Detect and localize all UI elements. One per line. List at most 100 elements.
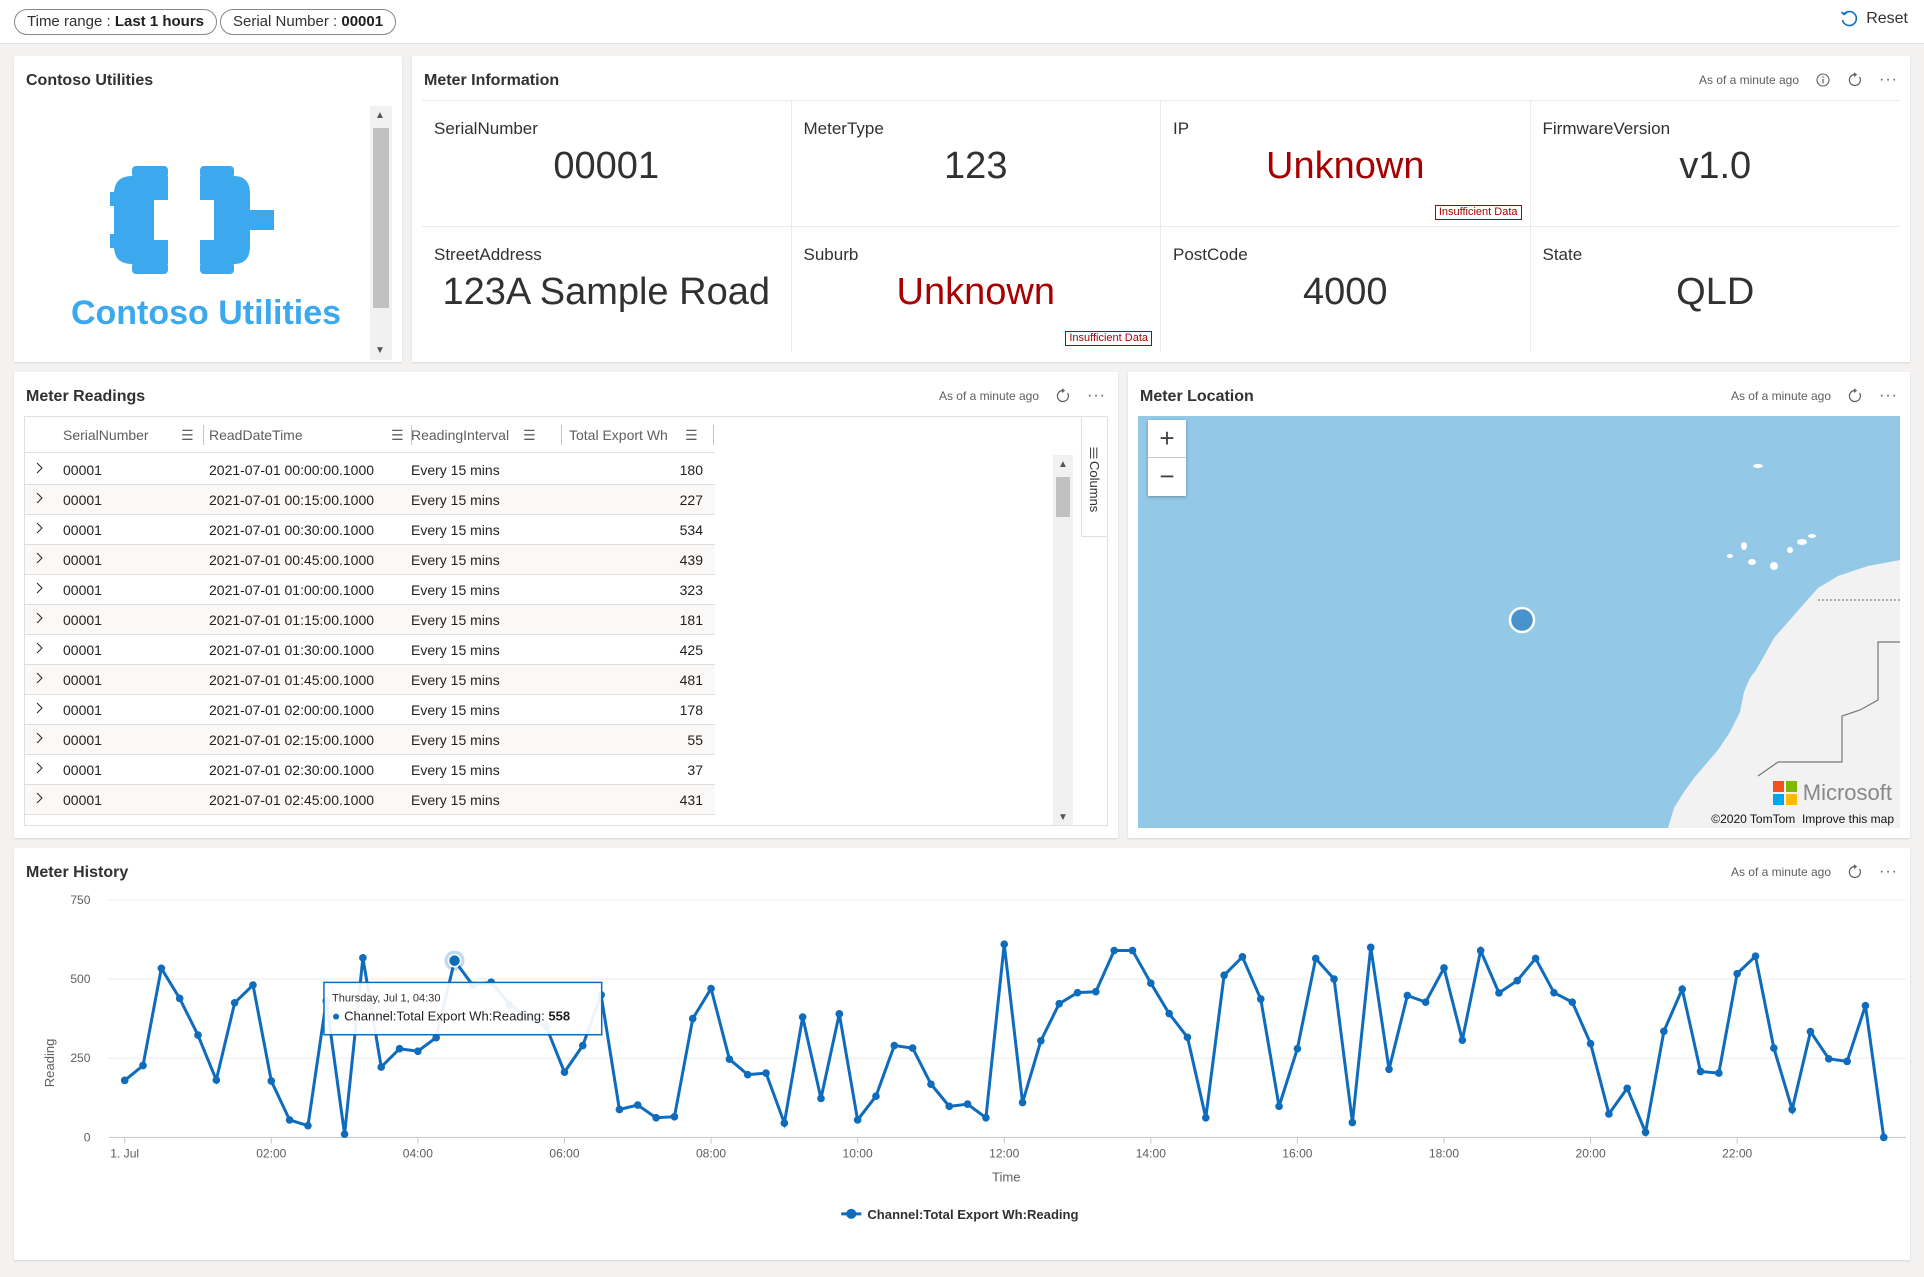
column-header-label: ReadDateTime [209,427,303,443]
more-options-icon[interactable]: ··· [1879,864,1898,880]
expand-row-icon[interactable] [33,552,45,564]
refresh-icon[interactable] [1847,388,1863,404]
column-header-total-export-wh[interactable]: Total Export Wh ☰ [569,417,715,453]
expand-row-icon[interactable] [33,582,45,594]
scroll-thumb[interactable] [1056,477,1070,517]
cell-reading-interval: Every 15 mins [411,792,500,808]
table-row[interactable]: 00001 2021-07-01 02:30:00.1000 Every 15 mi… [25,755,715,785]
data-point [1366,943,1375,952]
expand-row-icon[interactable] [33,762,45,774]
data-point [982,1113,990,1122]
cell-total-export-wh: 481 [679,672,703,688]
data-point [1660,1027,1668,1036]
chart-legend: Channel:Total Export Wh:Reading [841,1207,1079,1222]
table-row[interactable]: 00001 2021-07-01 01:15:00.1000 Every 15 mi… [25,605,715,635]
column-header-label: ReadingInterval [411,427,510,443]
expand-row-icon[interactable] [33,732,45,744]
scroll-down-icon[interactable]: ▼ [1058,812,1068,823]
map-canvas[interactable]: + − Microsoft ©2020 TomTom Improve this … [1138,416,1900,828]
data-point [890,1041,899,1050]
data-point [340,1130,349,1139]
table-row[interactable]: 00001 2021-07-01 00:45:00.1000 Every 15 mi… [25,545,715,575]
info-icon[interactable] [1815,72,1831,88]
columns-side-panel-toggle[interactable]: ||| Columns [1081,417,1107,537]
logo: Contoso Utilities [28,110,384,332]
column-menu-icon[interactable]: ☰ [181,417,194,453]
meter-location-panel: Meter Location As of a minute ago ··· + … [1128,372,1910,838]
table-row[interactable]: 00001 2021-07-01 02:45:00.1000 Every 15 mi… [25,785,715,815]
hovered-data-point [447,953,462,968]
reset-button[interactable]: Reset [1840,10,1908,28]
column-header-reading-interval[interactable]: ReadingInterval ☰ [411,417,562,453]
expand-row-icon[interactable] [33,672,45,684]
more-options-icon[interactable]: ··· [1879,72,1898,88]
data-point [1641,1128,1650,1137]
table-row[interactable]: 00001 2021-07-01 00:15:00.1000 Every 15 mi… [25,485,715,515]
cell-total-export-wh: 323 [679,582,703,598]
column-menu-icon[interactable]: ☰ [391,417,404,453]
refresh-icon[interactable] [1847,864,1863,880]
column-header-label: SerialNumber [63,427,149,443]
plug-logo-icon [110,166,274,274]
scroll-down-icon[interactable]: ▼ [375,345,385,356]
meter-history-chart[interactable]: 0 250 500 750 1. Jul 02:00 04:00 06:00 08:00 10:… [14,888,1922,1268]
info-cell-firmware-version: FirmwareVersion v1.0 [1530,100,1900,226]
data-point [688,1014,697,1023]
column-menu-icon[interactable]: ☰ [523,417,536,453]
zoom-out-button[interactable]: − [1148,458,1186,496]
data-point [872,1092,880,1101]
table-row[interactable]: 00001 2021-07-01 02:00:00.1000 Every 15 mi… [25,695,715,725]
reset-icon [1841,10,1858,27]
meter-readings-tools: As of a minute ago ··· [939,388,1106,404]
zoom-in-button[interactable]: + [1148,420,1186,458]
data-point [1861,1001,1870,1010]
data-point [1018,1098,1027,1107]
scroll-thumb[interactable] [373,128,389,308]
data-point [157,964,166,973]
expand-row-icon[interactable] [33,462,45,474]
expand-row-icon[interactable] [33,492,45,504]
table-row[interactable]: 00001 2021-07-01 02:15:00.1000 Every 15 mi… [25,725,715,755]
refresh-icon[interactable] [1847,72,1863,88]
logo-panel-scrollbar[interactable]: ▲ ▼ [370,106,392,360]
info-label: StreetAddress [434,245,542,264]
scroll-up-icon[interactable]: ▲ [1058,459,1068,470]
table-row[interactable]: 00001 2021-07-01 01:45:00.1000 Every 15 mi… [25,665,715,695]
cell-serial-number: 00001 [63,792,102,808]
expand-row-icon[interactable] [33,792,45,804]
improve-map-link[interactable]: Improve this map [1802,812,1894,826]
table-scrollbar[interactable]: ▲ ▼ [1053,455,1073,825]
scroll-up-icon[interactable]: ▲ [375,110,385,121]
table-row[interactable]: 00001 2021-07-01 00:00:00.1000 Every 15 mi… [25,455,715,485]
more-options-icon[interactable]: ··· [1087,388,1106,404]
expand-row-icon[interactable] [33,642,45,654]
x-axis-label: Time [992,1170,1021,1185]
data-point [285,1116,294,1124]
data-point [1330,975,1338,983]
cell-total-export-wh: 181 [679,612,703,628]
column-header-read-date-time[interactable]: ReadDateTime ☰ [209,417,412,453]
microsoft-logo-text: Microsoft [1802,780,1892,805]
expand-row-icon[interactable] [33,702,45,714]
y-tick-label: 250 [70,1051,90,1065]
meter-location-marker[interactable] [1508,606,1536,634]
data-point [615,1105,624,1114]
data-point [817,1094,825,1103]
more-options-icon[interactable]: ··· [1879,388,1898,404]
table-row[interactable]: 00001 2021-07-01 00:30:00.1000 Every 15 mi… [25,515,715,545]
data-point [1146,979,1155,987]
table-row[interactable]: 00001 2021-07-01 01:00:00.1000 Every 15 mi… [25,575,715,605]
x-tick-label: 12:00 [989,1147,1019,1161]
serial-number-filter[interactable]: Serial Number : 00001 [220,9,397,35]
expand-row-icon[interactable] [33,612,45,624]
table-row[interactable]: 00001 2021-07-01 01:30:00.1000 Every 15 mi… [25,635,715,665]
expand-row-icon[interactable] [33,522,45,534]
column-menu-icon[interactable]: ☰ [685,417,698,453]
microsoft-logo: Microsoft [1772,780,1892,806]
refresh-icon[interactable] [1055,388,1071,404]
column-header-serial-number[interactable]: SerialNumber ☰ [63,417,204,453]
data-point [1495,989,1503,997]
data-point [1531,954,1540,963]
time-range-filter[interactable]: Time range : Last 1 hours [14,9,217,35]
meter-history-title: Meter History [26,864,129,881]
